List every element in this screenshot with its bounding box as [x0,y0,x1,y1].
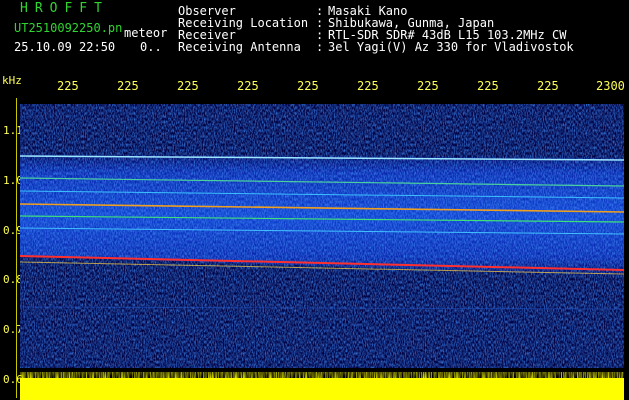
amplitude-bar [20,372,624,400]
app-brand: HROFFT [20,1,109,16]
x-tick-label: 225 [297,79,319,93]
noise-texture [20,104,624,368]
spectrogram-window: { "header": { "brand": "HROFFT", "filena… [0,0,629,400]
observation-datetime: 25.10.09 22:50 [14,40,116,54]
file-name: UT2510092250.pn [14,21,123,35]
x-tick-label: 2300 [596,79,625,93]
y-axis-line [16,98,17,398]
x-tick-label: 225 [477,79,499,93]
detection-type: meteor [124,26,168,40]
x-tick-label: 225 [57,79,79,93]
amplitude-spikes [20,372,624,380]
x-tick-label: 225 [237,79,259,93]
x-tick-label: 225 [537,79,559,93]
y-axis-unit: kHz [2,74,22,87]
x-tick-label: 225 [177,79,199,93]
spectrogram-plot [20,104,624,368]
x-tick-label: 225 [357,79,379,93]
count-value: 0.. [140,40,162,54]
x-tick-label: 225 [417,79,439,93]
amplitude-fill [20,378,624,400]
x-tick-label: 225 [117,79,139,93]
antenna-value: 3el Yagi(V) Az 330 for Vladivostok [328,40,574,54]
antenna-colon: : [316,40,324,54]
antenna-label: Receiving Antenna [178,40,301,54]
